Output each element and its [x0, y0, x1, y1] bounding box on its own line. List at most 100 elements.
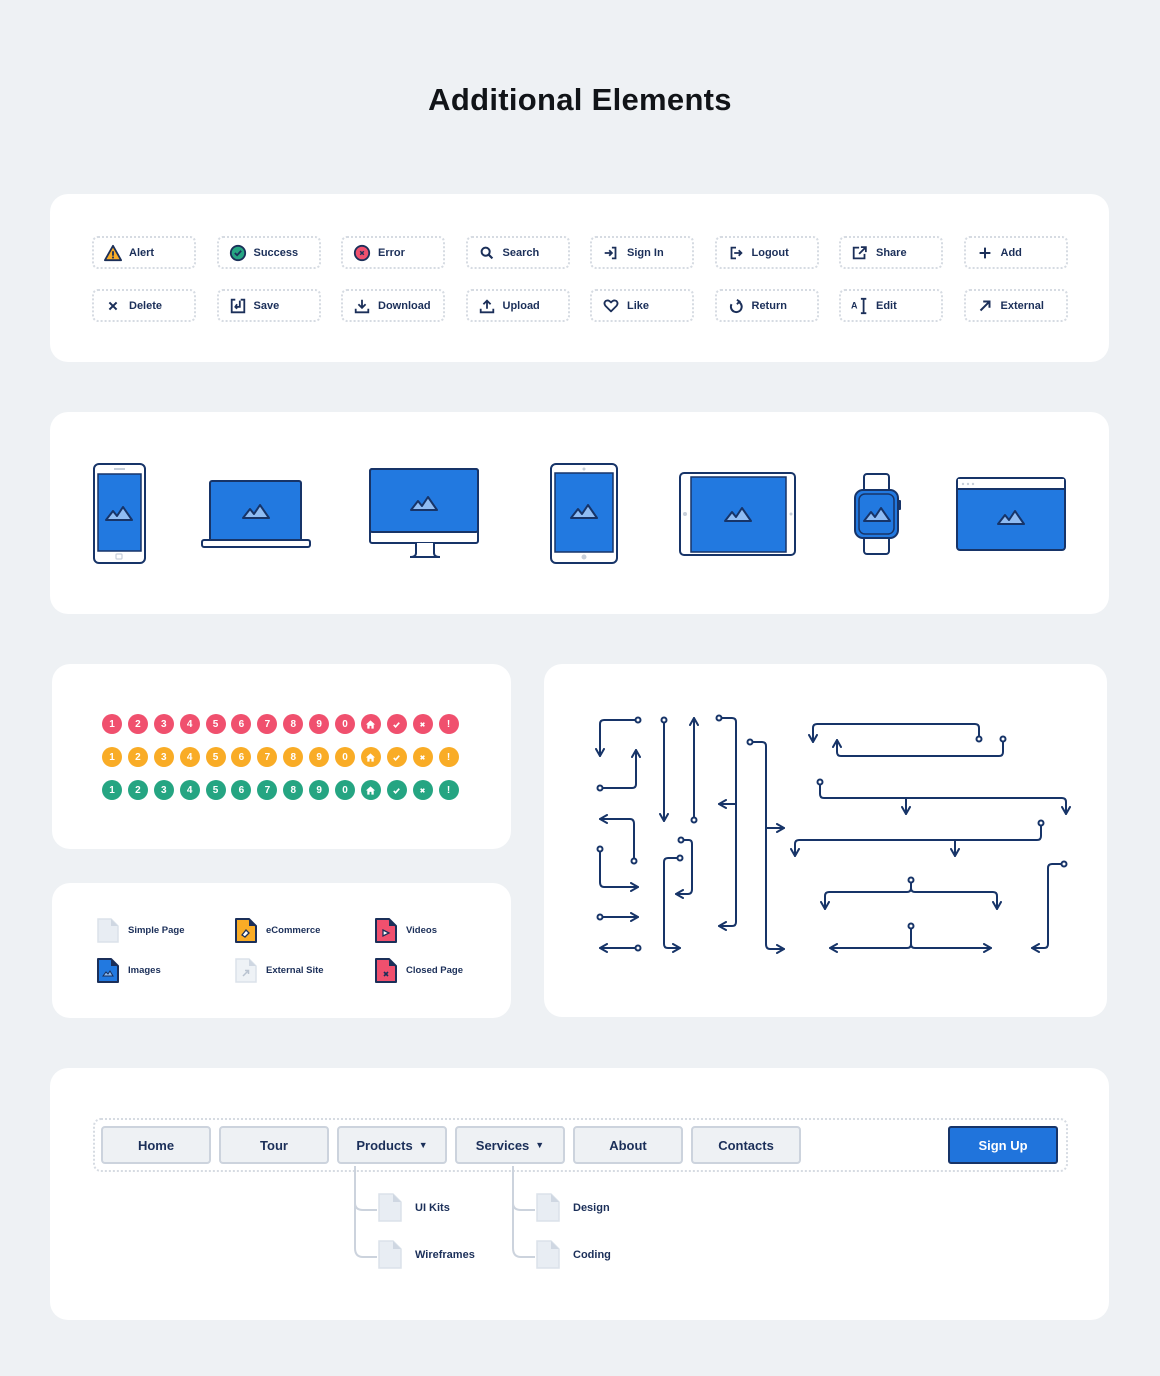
file-type-external: External Site	[234, 957, 324, 984]
search-icon	[478, 244, 496, 262]
green-badge: !	[438, 780, 459, 800]
badge-row-orange: 1 2 3 4 5 6 7 8 9 0!	[102, 747, 459, 767]
red-badge: 9	[309, 714, 330, 734]
add-button[interactable]: Add	[963, 236, 1068, 269]
svg-text:A: A	[851, 300, 858, 310]
button-label: Edit	[876, 299, 897, 312]
file-type-label: External Site	[266, 965, 324, 976]
submenu-item-label: UI Kits	[415, 1201, 450, 1214]
external-button[interactable]: External	[963, 289, 1068, 322]
green-badge-x-icon	[412, 780, 433, 800]
orange-badge: 9	[309, 747, 330, 767]
red-badge: !	[438, 714, 459, 734]
red-badge: 4	[179, 714, 200, 734]
laptop-device-icon	[201, 480, 311, 548]
share-icon	[851, 244, 869, 262]
red-badge-x-icon	[412, 714, 433, 734]
check-circle-icon	[229, 244, 247, 262]
save-button[interactable]: Save	[216, 289, 321, 322]
red-badge: 7	[257, 714, 278, 734]
connector-arrows-card	[544, 664, 1107, 1017]
connector-arrows-illustration	[595, 714, 1071, 954]
number-badges-card: 1 2 3 4 5 6 7 8 9 0! 1 2 3 4 5 6 7 8 9 0! 1 2 3 4 5 6 7 8 9 0!	[52, 664, 511, 849]
red-badge: 6	[231, 714, 252, 734]
download-icon	[353, 297, 371, 315]
submenu-item-coding[interactable]: Coding	[535, 1239, 611, 1270]
button-label: Upload	[502, 299, 540, 312]
devices-card	[50, 412, 1109, 614]
button-label: Like	[627, 299, 650, 312]
red-badge: 8	[283, 714, 304, 734]
red-badge: 3	[153, 714, 174, 734]
green-badge-check-icon	[386, 780, 407, 800]
button-label: Search	[502, 246, 540, 259]
green-badge: 5	[205, 780, 226, 800]
orange-badge: 3	[153, 747, 174, 767]
button-label: Download	[378, 299, 431, 312]
badge-row-red: 1 2 3 4 5 6 7 8 9 0!	[102, 714, 459, 734]
delete-button[interactable]: Delete	[92, 289, 196, 322]
submenu-item-label: Design	[573, 1201, 610, 1214]
button-label: Return	[751, 299, 787, 312]
tablet-landscape-icon	[679, 472, 796, 556]
green-badge: 2	[127, 780, 148, 800]
red-badge: 0	[335, 714, 356, 734]
file-type-closed: Closed Page	[374, 957, 463, 984]
download-button[interactable]: Download	[341, 289, 445, 322]
icon-buttons-card: Alert Success Error Search Sign In Logout Shar…	[50, 194, 1109, 362]
smartwatch-icon	[854, 473, 901, 555]
plus-icon	[976, 244, 994, 262]
red-badge-home-icon	[360, 714, 381, 734]
submenu-item-design[interactable]: Design	[535, 1192, 610, 1223]
file-type-label: Videos	[406, 925, 437, 936]
page-icon	[535, 1239, 561, 1270]
green-badge: 6	[231, 780, 252, 800]
return-button[interactable]: Return	[714, 289, 819, 322]
logout-button[interactable]: Logout	[714, 236, 819, 269]
devices-illustration	[93, 463, 1066, 564]
button-label: Success	[253, 246, 299, 259]
upload-button[interactable]: Upload	[465, 289, 570, 322]
submenu-item-ui-kits[interactable]: UI Kits	[377, 1192, 450, 1223]
images-file-icon	[96, 957, 120, 984]
like-button[interactable]: Like	[590, 289, 694, 322]
ecommerce-file-icon	[234, 917, 258, 944]
upload-icon	[478, 297, 496, 315]
success-button[interactable]: Success	[216, 236, 321, 269]
error-button[interactable]: Error	[341, 236, 445, 269]
closed-file-icon	[374, 957, 398, 984]
orange-badge-x-icon	[412, 747, 433, 767]
red-badge: 1	[102, 714, 122, 734]
page-icon	[377, 1192, 403, 1223]
orange-badge: 8	[283, 747, 304, 767]
submenu-item-label: Wireframes	[415, 1248, 475, 1261]
file-type-label: eCommerce	[266, 925, 321, 936]
file-type-simple: Simple Page	[96, 917, 185, 944]
orange-badge: !	[438, 747, 459, 767]
button-label: Add	[1000, 246, 1022, 259]
share-button[interactable]: Share	[839, 236, 943, 269]
file-type-label: Images	[128, 965, 161, 976]
file-type-label: Simple Page	[128, 925, 185, 936]
desktop-monitor-icon	[369, 468, 479, 558]
red-badge: 5	[205, 714, 226, 734]
badge-row-green: 1 2 3 4 5 6 7 8 9 0!	[102, 780, 459, 800]
green-badge: 1	[102, 780, 122, 800]
videos-file-icon	[374, 917, 398, 944]
red-badge-check-icon	[386, 714, 407, 734]
page-icon	[535, 1192, 561, 1223]
error-circle-icon	[353, 244, 371, 262]
orange-badge-check-icon	[386, 747, 407, 767]
search-button[interactable]: Search	[465, 236, 570, 269]
button-label: Sign In	[627, 246, 664, 259]
sign-in-button[interactable]: Sign In	[590, 236, 694, 269]
submenu-item-wireframes[interactable]: Wireframes	[377, 1239, 475, 1270]
green-badge: 0	[335, 780, 356, 800]
page-title: Additional Elements	[428, 82, 732, 117]
orange-badge: 5	[205, 747, 226, 767]
button-label: Delete	[129, 299, 163, 312]
button-label: Logout	[751, 246, 789, 259]
edit-button[interactable]: A Edit	[839, 289, 943, 322]
alert-button[interactable]: Alert	[92, 236, 196, 269]
orange-badge: 7	[257, 747, 278, 767]
